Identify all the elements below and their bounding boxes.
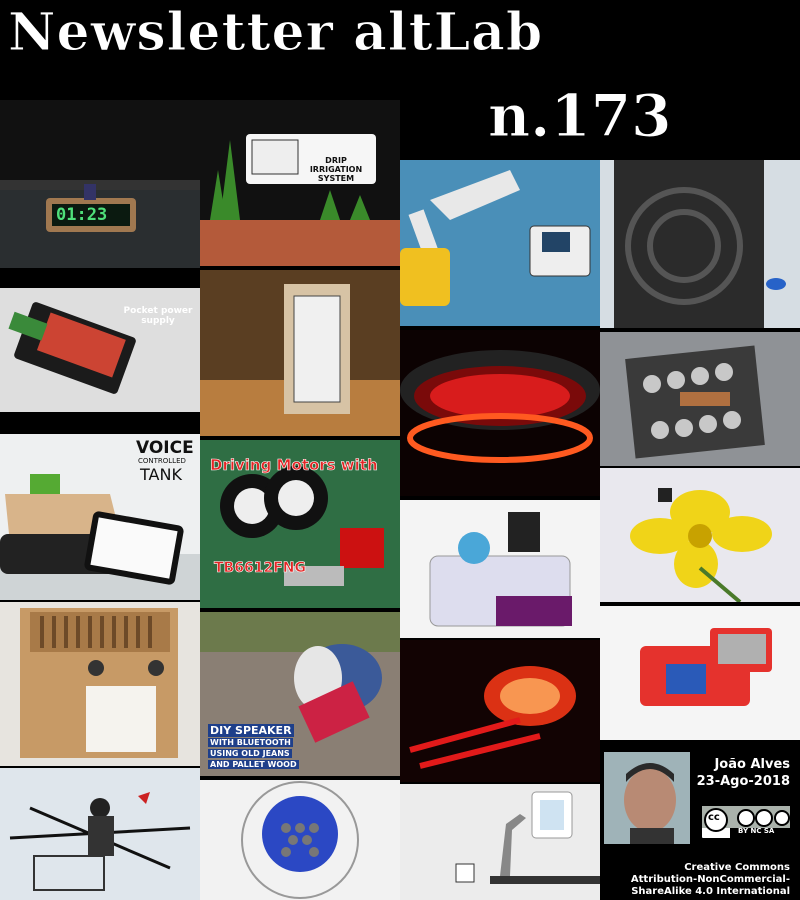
tile-voice-tank[interactable]: VOICE CONTROLLED TANK [0,434,200,600]
flower-sensor-image [600,468,800,602]
tile-led-clock[interactable]: 01:23 [0,100,200,268]
voice-label-1: VOICE [136,438,194,458]
cc-badge-text: BY NC SA [738,827,775,835]
author-photo [604,752,690,844]
speaker-label-1: DIY SPEAKER [208,724,294,737]
tile-infinity-mirror[interactable] [400,330,600,496]
motors-label-1: Driving Motors with [210,456,378,475]
publish-date: 23-Ago-2018 [696,774,790,789]
tile-arm-tablet[interactable] [400,784,600,900]
tile-diy-speaker[interactable]: DIY SPEAKER WITH BLUETOOTH USING OLD JEA… [200,612,400,776]
cc-license-badge[interactable]: BY NC SA cc [700,804,792,840]
author-portrait-image [604,752,690,844]
led-cube-image [400,640,600,782]
speaker-label-4: AND PALLET WOOD [208,760,299,769]
arm-tablet-image [400,784,600,900]
tile-drone[interactable] [0,768,200,900]
cc-logo-text: cc [708,812,720,823]
robotic-arm-image [400,160,600,326]
tile-robotic-arm[interactable] [400,160,600,326]
red-enclosure-image [600,606,800,740]
license-block: Creative Commons Attribution-NonCommerci… [631,862,790,898]
drip-label: DRIP IRRIGATION SYSTEM [309,156,363,183]
clock-readout: 01:23 [56,205,108,225]
tile-drip-irrigation[interactable]: DRIP IRRIGATION SYSTEM [200,100,400,266]
speaker-label-2: WITH BLUETOOTH [208,738,293,747]
voice-label-3: TANK [140,465,182,484]
tile-switch-box[interactable] [600,332,800,466]
drone-image [0,768,200,900]
license-line-3: ShareAlike 4.0 International [631,886,790,897]
speaker-label-3: USING OLD JEANS [208,749,292,758]
tile-wooden-radio[interactable] [0,602,200,766]
issue-number: n.173 [487,82,672,151]
author-block: João Alves 23-Ago-2018 [697,756,790,790]
fan-project-image [400,500,600,638]
tile-pocket-power-supply[interactable]: Pocket power supply [0,288,200,412]
drip-irrigation-image [200,100,400,266]
led-clock-image [0,100,200,268]
switch-box-image [600,332,800,466]
tile-printed-grid[interactable] [200,780,400,900]
black-enclosure-image [600,160,800,328]
tile-fan-project[interactable] [400,500,600,638]
tile-wooden-box[interactable] [200,270,400,436]
license-line-1: Creative Commons [684,862,790,873]
tile-black-enclosure[interactable] [600,160,800,328]
license-line-2: Attribution-NonCommercial- [630,874,790,885]
voice-label-2: CONTROLLED [138,457,186,465]
tile-flower-sensor[interactable] [600,468,800,602]
author-name: João Alves [714,757,790,772]
wooden-box-image [200,270,400,436]
tile-led-cube[interactable] [400,640,600,782]
tile-driving-motors[interactable]: Driving Motors with TB6612FNG [200,440,400,608]
motors-label-2: TB6612FNG [214,560,307,577]
power-supply-label: Pocket power supply [123,306,193,326]
tile-red-enclosure[interactable] [600,606,800,740]
newsletter-title: Newsletter altLab [7,2,544,64]
infinity-mirror-image [400,330,600,496]
wooden-radio-image [0,602,200,766]
printed-grid-image [200,780,400,900]
